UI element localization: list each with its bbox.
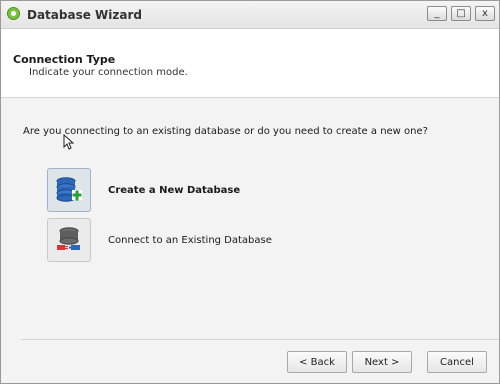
title-bar[interactable]: Database Wizard _ □ x — [1, 1, 499, 29]
cancel-button[interactable]: Cancel — [427, 351, 487, 373]
wizard-header: Connection Type Indicate your connection… — [1, 29, 499, 98]
mouse-cursor-icon — [63, 134, 75, 150]
create-new-database-label[interactable]: Create a New Database — [108, 185, 240, 196]
connect-existing-database-label[interactable]: Connect to an Existing Database — [108, 235, 272, 246]
next-button[interactable]: Next > — [352, 351, 412, 373]
maximize-button[interactable]: □ — [451, 6, 471, 21]
database-add-icon — [56, 177, 82, 202]
close-button[interactable]: x — [475, 6, 495, 21]
page-title: Connection Type — [13, 53, 116, 66]
question-text: Are you connecting to an existing databa… — [23, 126, 428, 137]
app-logo-icon — [7, 7, 20, 20]
footer-divider — [21, 339, 499, 340]
connect-existing-database-button[interactable] — [47, 218, 91, 262]
create-new-database-button[interactable] — [47, 168, 91, 212]
minimize-button[interactable]: _ — [427, 6, 447, 21]
database-wizard-window: Database Wizard _ □ x Connection Type In… — [0, 0, 500, 384]
window-title: Database Wizard — [27, 8, 142, 22]
page-subtitle: Indicate your connection mode. — [29, 67, 188, 78]
database-connect-icon — [57, 227, 80, 250]
back-button[interactable]: < Back — [287, 351, 347, 373]
